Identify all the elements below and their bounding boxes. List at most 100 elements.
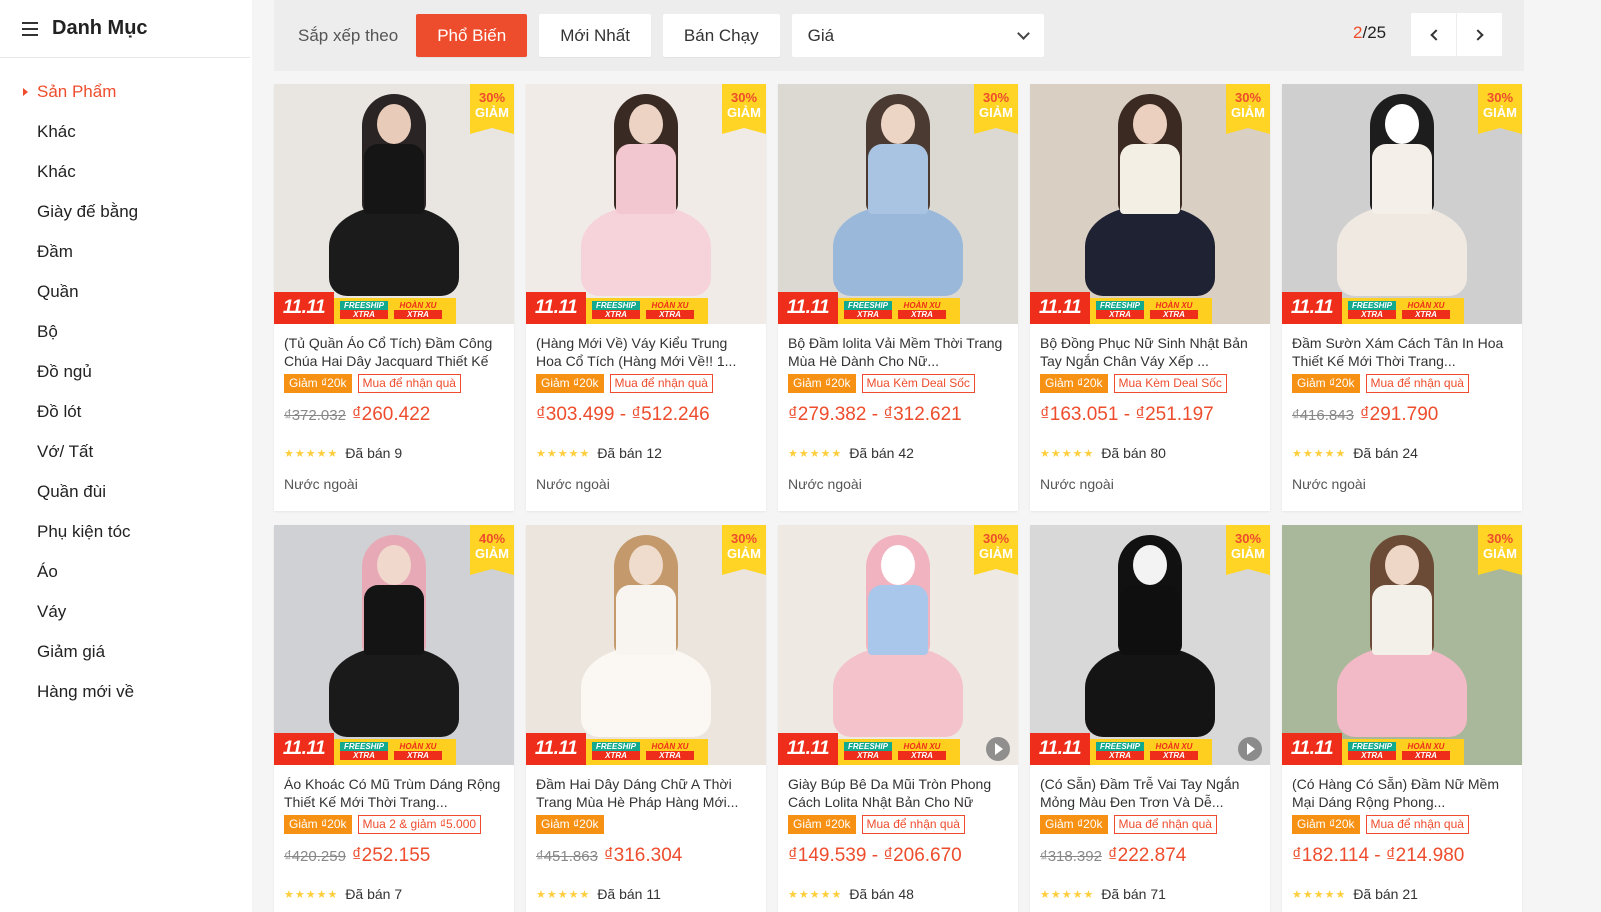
voucher-badge: Giảm ₫20k bbox=[788, 815, 856, 834]
product-info: Đầm Sườn Xám Cách Tân In Hoa Thiết Kế Mớ… bbox=[1282, 324, 1522, 492]
next-page-button[interactable] bbox=[1457, 13, 1502, 56]
product-name[interactable]: Giày Búp Bê Da Mũi Tròn Phong Cách Lolit… bbox=[788, 775, 1008, 811]
promo-badges: Giảm ₫20k Mua để nhận quà bbox=[1040, 815, 1260, 835]
product-image[interactable]: 30% GIẢM 11.11 FREESHIP XTRA HOÀN XU XTRA bbox=[1030, 525, 1270, 765]
product-name[interactable]: (Có Sẵn) Đầm Trễ Vai Tay Ngắn Mỏng Màu Đ… bbox=[1040, 775, 1260, 811]
freeship-xtra: XTRA bbox=[1348, 751, 1396, 760]
cashback-xtra: XTRA bbox=[646, 310, 694, 319]
sidebar-title: Danh Mục bbox=[52, 17, 148, 39]
sort-newest-button[interactable]: Mới Nhất bbox=[539, 14, 651, 57]
product-image[interactable]: 30% GIẢM 11.11 FREESHIP XTRA HOÀN XU XTRA bbox=[526, 84, 766, 324]
sidebar-item[interactable]: Đồ ngủ bbox=[0, 352, 252, 392]
sidebar-item[interactable]: Bộ bbox=[0, 312, 252, 352]
product-card[interactable]: 30% GIẢM 11.11 FREESHIP XTRA HOÀN XU XTRA (Có S… bbox=[1030, 525, 1270, 912]
sidebar-item[interactable]: Vớ/ Tất bbox=[0, 432, 252, 472]
voucher-badge: Giảm ₫20k bbox=[1292, 374, 1360, 393]
sidebar-item[interactable]: Đồ lót bbox=[0, 392, 252, 432]
product-card[interactable]: 30% GIẢM 11.11 FREESHIP XTRA HOÀN XU XTRA (Tủ Q… bbox=[274, 84, 514, 511]
deal-badge: Mua để nhận quà bbox=[609, 374, 713, 393]
product-image[interactable]: 30% GIẢM 11.11 FREESHIP XTRA HOÀN XU XTRA bbox=[778, 525, 1018, 765]
product-image[interactable]: 30% GIẢM 11.11 FREESHIP XTRA HOÀN XU XTRA bbox=[526, 525, 766, 765]
prev-page-button[interactable] bbox=[1411, 13, 1456, 56]
product-name[interactable]: (Có Hàng Có Sẵn) Đầm Nữ Mềm Mại Dáng Rộn… bbox=[1292, 775, 1512, 811]
freeship-label: FREESHIP bbox=[1348, 742, 1396, 751]
model-outfit-skirt bbox=[833, 647, 963, 737]
freeship-tag: FREESHIP XTRA bbox=[592, 301, 640, 319]
product-image[interactable]: 30% GIẢM 11.11 FREESHIP XTRA HOÀN XU XTRA bbox=[1282, 525, 1522, 765]
sidebar-item[interactable]: Áo bbox=[0, 552, 252, 592]
product-name[interactable]: Bộ Đồng Phục Nữ Sinh Nhật Bản Tay Ngắn C… bbox=[1040, 334, 1260, 370]
sort-bestselling-button[interactable]: Bán Chạy bbox=[662, 14, 780, 57]
play-icon[interactable] bbox=[1238, 737, 1262, 761]
chevron-left-icon bbox=[1429, 28, 1442, 41]
product-image[interactable]: 30% GIẢM 11.11 FREESHIP XTRA HOÀN XU XTRA bbox=[1030, 84, 1270, 324]
product-image[interactable]: 30% GIẢM 11.11 FREESHIP XTRA HOÀN XU XTRA bbox=[1282, 84, 1522, 324]
product-grid: 30% GIẢM 11.11 FREESHIP XTRA HOÀN XU XTRA (Tủ Q… bbox=[274, 84, 1524, 912]
product-name[interactable]: Áo Khoác Có Mũ Trùm Dáng Rộng Thiết Kế M… bbox=[284, 775, 504, 811]
product-card[interactable]: 30% GIẢM 11.11 FREESHIP XTRA HOÀN XU XTRA Đầm H… bbox=[526, 525, 766, 912]
freeship-xtra: XTRA bbox=[844, 310, 892, 319]
sidebar-item-label: Áo bbox=[37, 562, 58, 581]
rating-row: ★★★★★ Đã bán 42 bbox=[788, 444, 1008, 462]
sidebar-item[interactable]: Hàng mới về bbox=[0, 672, 252, 712]
product-card[interactable]: 30% GIẢM 11.11 FREESHIP XTRA HOÀN XU XTRA Giày … bbox=[778, 525, 1018, 912]
discount-badge: 40% GIẢM bbox=[470, 525, 514, 575]
product-name[interactable]: Bộ Đầm lolita Vải Mềm Thời Trang Mùa Hè … bbox=[788, 334, 1008, 370]
promo-badges: Giảm ₫20k Mua Kèm Deal Sốc bbox=[1040, 374, 1260, 394]
cashback-xtra: XTRA bbox=[646, 751, 694, 760]
freeship-tag: FREESHIP XTRA bbox=[844, 301, 892, 319]
product-image[interactable]: 40% GIẢM 11.11 FREESHIP XTRA HOÀN XU XTRA bbox=[274, 525, 514, 765]
product-image[interactable]: 30% GIẢM 11.11 FREESHIP XTRA HOÀN XU XTRA bbox=[274, 84, 514, 324]
model-outfit-top bbox=[868, 585, 928, 655]
sold-count: Đã bán 12 bbox=[597, 445, 662, 461]
price-row: ₫420.259 ₫252.155 bbox=[284, 845, 504, 871]
sidebar-item[interactable]: Giày đế bằng bbox=[0, 192, 252, 232]
product-card[interactable]: 30% GIẢM 11.11 FREESHIP XTRA HOÀN XU XTRA Bộ Đồ… bbox=[1030, 84, 1270, 511]
promo-banner: 11.11 FREESHIP XTRA HOÀN XU XTRA bbox=[778, 292, 1018, 324]
product-name[interactable]: (Hàng Mới Về) Váy Kiểu Trung Hoa Cổ Tích… bbox=[536, 334, 756, 370]
model-outfit-top bbox=[364, 585, 424, 655]
sidebar-header: Danh Mục bbox=[0, 0, 250, 58]
product-name[interactable]: Đầm Sườn Xám Cách Tân In Hoa Thiết Kế Mớ… bbox=[1292, 334, 1512, 370]
sale-price: ₫222.874 bbox=[1107, 845, 1187, 866]
voucher-badge: Giảm ₫20k bbox=[536, 374, 604, 393]
deal-badge: Mua để nhận quà bbox=[1365, 374, 1469, 393]
sidebar-item[interactable]: Quần bbox=[0, 272, 252, 312]
product-name[interactable]: Đầm Hai Dây Dáng Chữ A Thời Trang Mùa Hè… bbox=[536, 775, 756, 811]
sort-popular-button[interactable]: Phổ Biến bbox=[416, 14, 528, 57]
sort-label: Sắp xếp theo bbox=[298, 25, 399, 45]
sale-price: ₫260.422 bbox=[351, 404, 431, 425]
sidebar-item[interactable]: Phụ kiện tóc bbox=[0, 512, 252, 552]
ship-origin: Nước ngoài bbox=[788, 476, 862, 492]
sold-count: Đã bán 80 bbox=[1101, 445, 1166, 461]
product-image[interactable]: 30% GIẢM 11.11 FREESHIP XTRA HOÀN XU XTRA bbox=[778, 84, 1018, 324]
freeship-tag: FREESHIP XTRA bbox=[1096, 301, 1144, 319]
price-row: ₫149.539 - ₫206.670 bbox=[788, 845, 1008, 871]
product-card[interactable]: 30% GIẢM 11.11 FREESHIP XTRA HOÀN XU XTRA (Hàng… bbox=[526, 84, 766, 511]
sidebar-item[interactable]: Khác bbox=[0, 112, 252, 152]
sidebar-item[interactable]: Váy bbox=[0, 592, 252, 632]
sidebar-item[interactable]: Quần đùi bbox=[0, 472, 252, 512]
sidebar-item[interactable]: Giảm giá bbox=[0, 632, 252, 672]
product-name[interactable]: (Tủ Quần Áo Cổ Tích) Đầm Công Chúa Hai D… bbox=[284, 334, 504, 370]
sold-count: Đã bán 9 bbox=[345, 445, 403, 461]
play-icon[interactable] bbox=[986, 737, 1010, 761]
sidebar-item-label: Sản Phẩm bbox=[37, 82, 117, 101]
cashback-xtra: XTRA bbox=[898, 310, 946, 319]
sidebar-item[interactable]: Sản Phẩm bbox=[0, 72, 252, 112]
rating-row: ★★★★★ Đã bán 7 bbox=[284, 885, 504, 903]
voucher-badge: Giảm ₫20k bbox=[788, 374, 856, 393]
product-card[interactable]: 30% GIẢM 11.11 FREESHIP XTRA HOÀN XU XTRA (Có H… bbox=[1282, 525, 1522, 912]
deal-badge: Mua để nhận quà bbox=[1365, 815, 1469, 834]
freeship-tag: FREESHIP XTRA bbox=[1348, 742, 1396, 760]
product-card[interactable]: 40% GIẢM 11.11 FREESHIP XTRA HOÀN XU XTRA Áo Kh… bbox=[274, 525, 514, 912]
sidebar-item[interactable]: Khác bbox=[0, 152, 252, 192]
freeship-label: FREESHIP bbox=[340, 742, 388, 751]
product-card[interactable]: 30% GIẢM 11.11 FREESHIP XTRA HOÀN XU XTRA Bộ Đầ… bbox=[778, 84, 1018, 511]
product-card[interactable]: 30% GIẢM 11.11 FREESHIP XTRA HOÀN XU XTRA Đầm S… bbox=[1282, 84, 1522, 511]
promo-badges: Giảm ₫20k Mua Kèm Deal Sốc bbox=[788, 374, 1008, 394]
event-logo: 11.11 bbox=[526, 292, 586, 324]
sidebar-item[interactable]: Đầm bbox=[0, 232, 252, 272]
model-outfit-top bbox=[616, 585, 676, 655]
price-sort-select[interactable]: Giá bbox=[791, 14, 1044, 57]
